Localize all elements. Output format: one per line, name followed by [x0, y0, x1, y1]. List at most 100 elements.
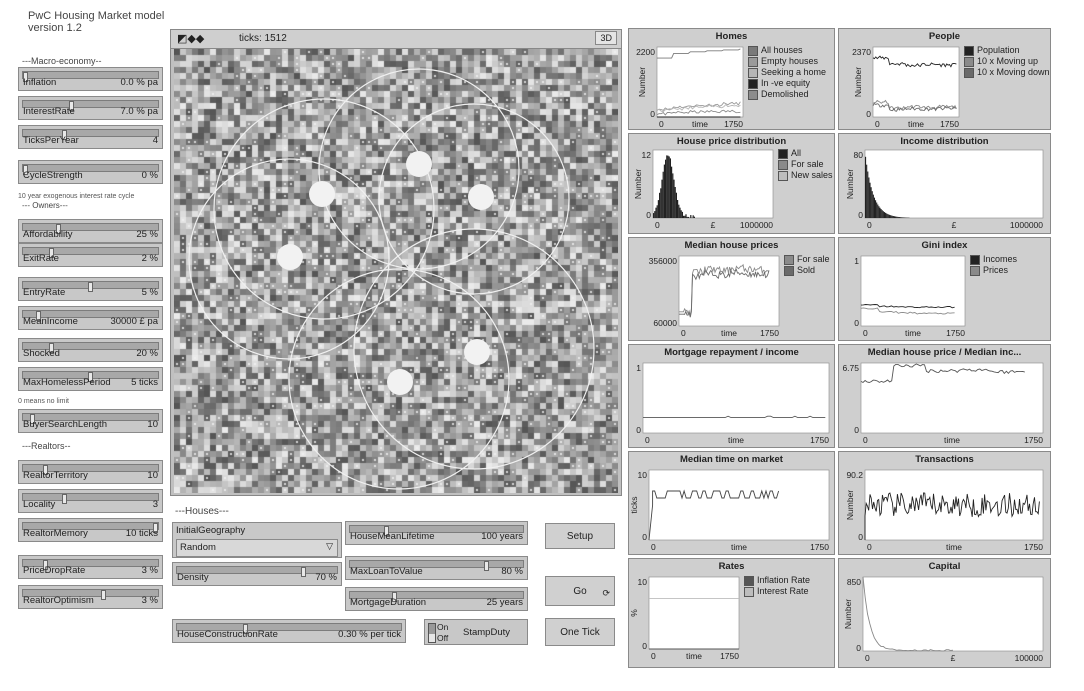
histogram-bar [886, 213, 888, 218]
slider-realtoroptimism[interactable]: RealtorOptimism 3 % [18, 585, 163, 609]
arrows-icon[interactable]: ◩◆◆ [177, 32, 204, 45]
realtor-dot[interactable] [309, 181, 335, 207]
legend-swatch [964, 56, 974, 67]
legend-label: Prices [983, 265, 1009, 275]
plot-income-distribution: Income distribution 80 0 0 £1000000 Number [838, 133, 1051, 234]
legend: All houses Empty houses Seeking a home In -… [748, 45, 826, 100]
x-min-label: 0 [863, 328, 868, 338]
legend: Population 10 x Moving up 10 x Moving down [964, 45, 1050, 78]
legend-label: For sale [797, 254, 830, 264]
initial-geography-chooser[interactable]: InitialGeography Random ▽ [172, 522, 342, 558]
plot-rates: Rates 10 0 0 time 1750% Inflation Rate Interest… [628, 558, 835, 668]
realtor-dot[interactable] [468, 184, 494, 210]
slider-knob[interactable] [62, 494, 67, 504]
slider-interestrate[interactable]: InterestRate 7.0 % pa [18, 96, 163, 120]
plot-canvas: 90.2 00 time 1750 Number [845, 469, 1044, 552]
histogram-bar [881, 210, 883, 218]
legend-item: For sale [784, 254, 830, 265]
histogram-bar [685, 214, 687, 218]
slider-knob[interactable] [101, 590, 106, 600]
y-min-label: 0 [854, 425, 859, 435]
one-tick-button[interactable]: One Tick [545, 618, 615, 646]
histogram-bar [877, 204, 879, 218]
realtor-dot[interactable] [464, 339, 490, 365]
histogram-bar [887, 214, 889, 218]
histogram-bar [878, 206, 880, 218]
3d-view-button[interactable]: 3D [595, 31, 617, 45]
histogram-bar [690, 215, 692, 218]
histogram-bar [885, 212, 887, 218]
slider-label: EntryRate [23, 287, 66, 298]
section-houses: ---Houses--- [175, 506, 229, 517]
histogram-bar [674, 186, 676, 218]
x-max-label: 1750 [810, 435, 829, 445]
section-realtors: ---Realtors-- [22, 441, 71, 451]
go-button[interactable]: Go ⟳ [545, 576, 615, 606]
x-axis-label: time [686, 651, 702, 661]
slider-cyclestrength[interactable]: CycleStrength 0 % [18, 160, 163, 184]
slider-shocked[interactable]: Shocked 20 % [18, 338, 163, 362]
slider-maxhomelessperiod[interactable]: MaxHomelessPeriod 5 ticks [18, 367, 163, 391]
x-max-label: 1750 [720, 651, 739, 661]
x-min-label: 0 [659, 119, 664, 129]
y-max-label: 850 [847, 577, 861, 587]
switch-toggle[interactable] [428, 623, 436, 643]
legend-label: For sale [791, 159, 824, 169]
x-max-label: 1750 [1024, 435, 1043, 445]
switch-off-label: Off [437, 633, 449, 643]
histogram-bar [671, 166, 673, 218]
stampduty-label: StampDuty [463, 627, 510, 638]
y-max-label: 12 [642, 150, 652, 160]
slider-value: 25 years [486, 597, 523, 608]
initial-geography-select[interactable]: Random ▽ [176, 539, 338, 557]
histogram-bar [891, 215, 893, 218]
slider-pricedroprate[interactable]: PriceDropRate 3 % [18, 555, 163, 579]
histogram-bar [895, 216, 897, 218]
x-axis-label: £ [951, 653, 956, 663]
stampduty-switch[interactable]: On Off StampDuty [424, 619, 528, 645]
slider-inflation[interactable]: Inflation 0.0 % pa [18, 67, 163, 91]
legend-item: Inflation Rate [744, 575, 810, 586]
realtor-dot[interactable] [277, 244, 303, 270]
histogram-bar [669, 158, 671, 218]
slider-house_construction[interactable]: HouseConstructionRate 0.30 % per tick [172, 619, 406, 643]
y-axis-label: Number [843, 599, 853, 629]
slider-value: 25 % [136, 229, 158, 240]
slider-affordability[interactable]: Affordability 25 % [18, 219, 163, 243]
slider-lifetime[interactable]: HouseMeanLifetime 100 years [345, 521, 528, 545]
slider-label: RealtorTerritory [23, 470, 88, 481]
realtor-dot[interactable] [406, 151, 432, 177]
slider-meanincome[interactable]: MeanIncome 30000 £ pa [18, 306, 163, 330]
legend-swatch [784, 265, 794, 276]
histogram-bar [681, 211, 683, 218]
slider-label: CycleStrength [23, 170, 83, 181]
slider-buyersearchlength[interactable]: BuyerSearchLength 10 [18, 409, 163, 433]
slider-mortgage[interactable]: MortgageDuration 25 years [345, 587, 528, 611]
y-max-label: 10 [638, 470, 648, 480]
slider-knob[interactable] [301, 567, 306, 577]
slider-realtorterritory[interactable]: RealtorTerritory 10 [18, 460, 163, 484]
legend-label: All [791, 148, 802, 158]
slider-locality[interactable]: Locality 3 [18, 489, 163, 513]
setup-button[interactable]: Setup [545, 523, 615, 549]
slider-knob[interactable] [88, 282, 93, 292]
histogram-bar [687, 216, 689, 218]
world-view: ◩◆◆ ticks: 1512 3D [170, 29, 622, 496]
slider-label: RealtorMemory [23, 528, 88, 539]
slider-ticksperyear[interactable]: TicksPerYear 4 [18, 125, 163, 149]
slider-exitrate[interactable]: ExitRate 2 % [18, 243, 163, 267]
histogram-bar [880, 209, 882, 218]
histogram-bar [900, 217, 902, 218]
slider-knob[interactable] [484, 561, 490, 571]
slider-density[interactable]: Density 70 % [172, 562, 342, 586]
plot-canvas: 80 00 £1000000 Number [845, 149, 1044, 230]
slider-label: RealtorOptimism [23, 595, 94, 606]
slider-ltv[interactable]: MaxLoanToValue 80 % [345, 556, 528, 580]
realtor-dot[interactable] [387, 369, 413, 395]
histogram-bar [901, 217, 903, 218]
legend-label: 10 x Moving up [977, 56, 1039, 66]
y-min-label: 0 [858, 210, 863, 220]
slider-entryrate[interactable]: EntryRate 5 % [18, 277, 163, 301]
histogram-bar [875, 200, 877, 218]
slider-realtormemory[interactable]: RealtorMemory 10 ticks [18, 518, 163, 542]
